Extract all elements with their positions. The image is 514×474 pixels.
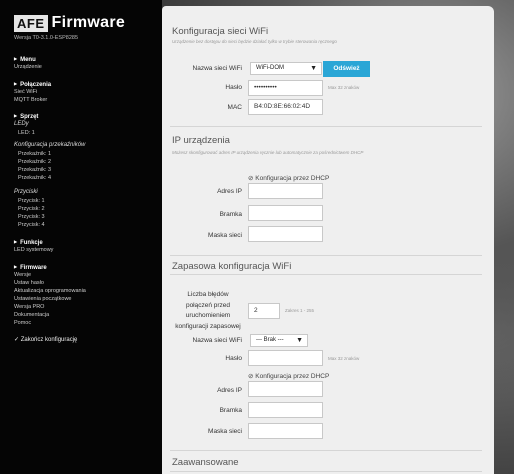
sidebar-item-button-4[interactable]: Przycisk: 4: [14, 221, 159, 229]
sidebar-item-button-2[interactable]: Przycisk: 2: [14, 205, 159, 213]
backup-ip-label: Adres IP: [217, 387, 242, 394]
sidebar-item-system-led[interactable]: LED systemowy: [14, 246, 159, 254]
sidebar-group-leds: LEDy: [14, 121, 29, 127]
backup-gateway-field[interactable]: [248, 402, 323, 418]
wifi-password-hint: Max 32 znaków: [328, 85, 360, 90]
ip-address-label: Adres IP: [217, 188, 242, 195]
divider: [170, 450, 482, 451]
wifi-password-label: Hasło: [225, 84, 242, 91]
sidebar-item-device[interactable]: Urządzenie: [14, 63, 159, 71]
content-panel: Konfiguracja sieci WiFi Urządzenie bez d…: [162, 6, 494, 474]
logo: AFE Firmware: [14, 13, 125, 33]
backup-section-title: Zapasowa konfiguracja WiFi: [172, 261, 292, 272]
backup-mask-label: Maska sieci: [208, 428, 242, 435]
backup-retries-hint: Zakres 1 - 255: [285, 308, 315, 313]
sidebar-item-mqtt[interactable]: MQTT Broker: [14, 96, 159, 104]
backup-dhcp-label: Konfiguracja przez DHCP: [255, 373, 330, 380]
logo-text: Firmware: [51, 14, 126, 31]
sidebar-item-led-1[interactable]: LED: 1: [14, 129, 159, 137]
version-label: Wersja T0-3.1.0-ESP8285: [14, 35, 78, 41]
ip-mask-label: Maska sieci: [208, 232, 242, 239]
sidebar-item-set-password[interactable]: Ustaw hasło: [14, 279, 159, 287]
section-firmware: Firmware: [14, 263, 159, 271]
advanced-section-title: Zaawansowane: [172, 457, 239, 468]
sidebar-item-pro[interactable]: Wersja PRO: [14, 303, 159, 311]
mac-label: MAC: [227, 104, 242, 111]
sidebar-item-update[interactable]: Aktualizacja oprogramowania: [14, 287, 159, 295]
divider: [170, 274, 482, 275]
sidebar-item-relay-3[interactable]: Przekaźnik: 3: [14, 166, 159, 174]
backup-ssid-value: --- Brak ---: [256, 337, 284, 343]
sidebar-item-relay-2[interactable]: Przekaźnik: 2: [14, 158, 159, 166]
ip-mask-field[interactable]: [248, 226, 323, 242]
sidebar-item-versions[interactable]: Wersje: [14, 271, 159, 279]
ip-gateway-label: Bramka: [219, 211, 242, 218]
section-menu: Menu: [14, 55, 159, 63]
backup-ssid-label: Nazwa sieci WiFi: [192, 337, 242, 344]
wifi-ssid-label: Nazwa sieci WiFi: [192, 65, 242, 72]
backup-dhcp-checkbox[interactable]: ⊘ Konfiguracja przez DHCP: [248, 372, 329, 380]
backup-password-field[interactable]: [248, 350, 323, 366]
divider: [170, 255, 482, 256]
sidebar-item-relay-4[interactable]: Przekaźnik: 4: [14, 174, 159, 182]
logo-box: AFE: [14, 14, 48, 32]
checkbox-icon: ⊘: [248, 175, 254, 182]
sidebar: AFE Firmware Wersja T0-3.1.0-ESP8285 Men…: [0, 0, 162, 474]
section-hardware: Sprzęt: [14, 112, 159, 120]
sidebar-item-button-1[interactable]: Przycisk: 1: [14, 197, 159, 205]
sidebar-item-button-3[interactable]: Przycisk: 3: [14, 213, 159, 221]
backup-retries-field[interactable]: 2: [248, 303, 280, 319]
chevron-down-icon: ▼: [296, 337, 303, 344]
divider: [170, 471, 482, 472]
backup-password-hint: Max 32 znaków: [328, 356, 360, 361]
wifi-section-title: Konfiguracja sieci WiFi: [172, 26, 269, 37]
wifi-password-field[interactable]: ••••••••••: [248, 80, 323, 96]
backup-gateway-label: Bramka: [219, 407, 242, 414]
section-connections: Połączenia: [14, 80, 159, 88]
ip-section-title: IP urządzenia: [172, 135, 230, 146]
sidebar-group-buttons: Przyciski: [14, 189, 38, 195]
refresh-button[interactable]: Odśwież: [323, 61, 370, 77]
wifi-ssid-value: WiFi-DOM: [256, 65, 284, 71]
sidebar-item-relay-1[interactable]: Przekaźnik: 1: [14, 150, 159, 158]
divider: [170, 126, 482, 127]
finish-config-link[interactable]: ✓ Zakończ konfigurację: [14, 336, 159, 345]
wifi-ssid-select[interactable]: WiFi-DOM ▼: [250, 62, 322, 75]
ip-dhcp-checkbox[interactable]: ⊘ Konfiguracja przez DHCP: [248, 174, 329, 182]
backup-retries-label: Liczba błędów połączeń przed uruchomieni…: [175, 291, 241, 330]
sidebar-group-relays: Konfiguracja przekaźników: [14, 142, 86, 148]
ip-address-field[interactable]: [248, 183, 323, 199]
checkbox-icon: ⊘: [248, 373, 254, 380]
ip-gateway-field[interactable]: [248, 205, 323, 221]
chevron-down-icon: ▼: [310, 65, 317, 72]
backup-mask-field[interactable]: [248, 423, 323, 439]
backup-password-label: Hasło: [225, 355, 242, 362]
sidebar-item-reset[interactable]: Ustawienia początkowe: [14, 295, 159, 303]
wifi-section-desc: Urządzenie bez dostępu do sieci będzie d…: [172, 39, 337, 44]
section-functions: Funkcje: [14, 238, 159, 246]
ip-dhcp-label: Konfiguracja przez DHCP: [255, 175, 330, 182]
sidebar-item-wifi[interactable]: Sieć WiFi: [14, 88, 159, 96]
backup-ip-field[interactable]: [248, 381, 323, 397]
sidebar-item-docs[interactable]: Dokumentacja: [14, 311, 159, 319]
backup-ssid-select[interactable]: --- Brak --- ▼: [250, 334, 308, 347]
ip-section-desc: Możesz skonfigurować adres IP urządzenia…: [172, 150, 364, 155]
sidebar-item-help[interactable]: Pomoc: [14, 319, 159, 327]
mac-field: B4:0D:8E:66:02:4D: [248, 99, 323, 115]
sidebar-nav: Menu Urządzenie Połączenia Sieć WiFi MQT…: [14, 55, 159, 345]
